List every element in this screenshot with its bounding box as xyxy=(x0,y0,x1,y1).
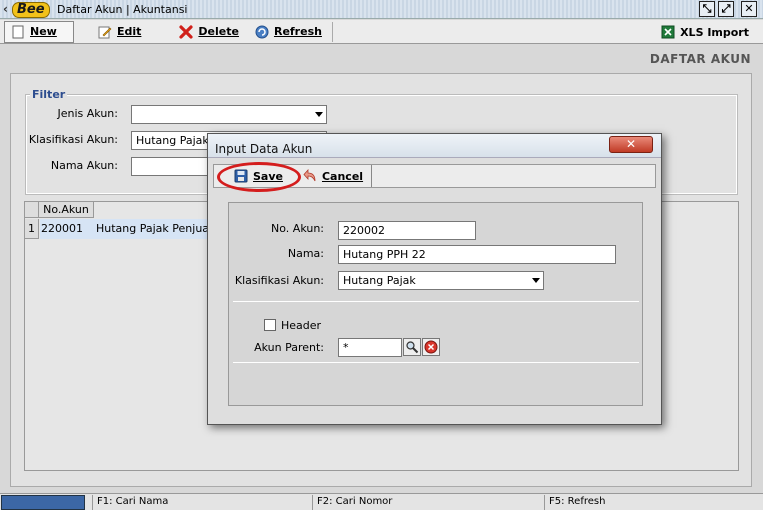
jenis-akun-select[interactable] xyxy=(131,105,327,124)
chevron-down-icon xyxy=(315,112,323,117)
cell-no-akun: 220001 xyxy=(41,222,83,235)
search-icon xyxy=(406,341,419,354)
delete-button-label: Delete xyxy=(198,25,239,38)
new-button[interactable]: New xyxy=(4,20,74,43)
klasifikasi-akun-dialog-label: Klasifikasi Akun: xyxy=(234,274,324,287)
dialog-title-bar: Input Data Akun ✕ xyxy=(208,134,661,158)
delete-button[interactable]: Delete xyxy=(173,21,245,43)
window-title: Daftar Akun | Akuntansi xyxy=(57,3,188,16)
status-indicator xyxy=(1,495,85,510)
new-button-label: New xyxy=(30,25,57,38)
nama-label: Nama: xyxy=(287,247,324,260)
excel-icon xyxy=(661,25,675,39)
back-arrow-icon[interactable]: ‹ xyxy=(3,3,11,16)
edit-button-label: Edit xyxy=(117,25,142,38)
filter-legend: Filter xyxy=(30,88,68,101)
maximize-icon[interactable]: ⤢ xyxy=(718,1,734,17)
table-corner xyxy=(25,202,39,218)
main-toolbar: New Edit Delete Refresh XLS Import xyxy=(0,20,763,44)
dialog-toolbar-separator xyxy=(371,165,373,187)
header-checkbox[interactable] xyxy=(264,319,276,331)
form-divider xyxy=(233,301,639,302)
status-f2: F2: Cari Nomor xyxy=(312,495,544,510)
no-akun-label: No. Akun: xyxy=(271,222,324,235)
jenis-akun-label: Jenis Akun: xyxy=(57,107,118,120)
klasifikasi-akun-dialog-value: Hutang Pajak xyxy=(343,274,416,287)
save-highlight-annotation xyxy=(217,162,301,192)
xls-import-label: XLS Import xyxy=(680,25,749,39)
status-bar: F1: Cari Nama F2: Cari Nomor F5: Refresh xyxy=(0,493,763,510)
undo-arrow-icon xyxy=(303,169,317,183)
close-window-icon[interactable]: ✕ xyxy=(741,1,757,17)
toolbar-separator xyxy=(331,21,333,42)
page-title: DAFTAR AKUN xyxy=(649,52,751,66)
input-data-akun-dialog: Input Data Akun ✕ Save Cancel No. Akun: … xyxy=(207,133,662,425)
table-row[interactable]: 220001 Hutang Pajak Penjualan xyxy=(40,219,220,239)
delete-x-icon xyxy=(179,24,194,39)
cancel-button-label: Cancel xyxy=(321,169,364,183)
dialog-close-button[interactable]: ✕ xyxy=(609,136,653,153)
dialog-title: Input Data Akun xyxy=(215,142,313,156)
edit-button[interactable]: Edit xyxy=(92,21,147,43)
restore-icon[interactable]: ⤡ xyxy=(699,1,715,17)
klasifikasi-akun-label: Klasifikasi Akun: xyxy=(28,133,118,146)
cancel-button[interactable]: Cancel xyxy=(297,165,369,187)
dialog-form: No. Akun: 220002 Nama: Hutang PPH 22 Kla… xyxy=(228,202,643,406)
window-title-bar: ‹ Bee Daftar Akun | Akuntansi ⤡ ⤢ ✕ xyxy=(0,0,763,19)
form-divider-bottom xyxy=(233,362,639,363)
klasifikasi-akun-dialog-select[interactable]: Hutang Pajak xyxy=(338,271,544,290)
logo-text: Bee xyxy=(12,1,50,18)
status-f5: F5: Refresh xyxy=(544,495,763,510)
chevron-down-icon xyxy=(532,278,540,283)
akun-parent-label: Akun Parent: xyxy=(254,341,324,354)
app-logo: ‹ Bee xyxy=(3,1,50,18)
edit-pencil-icon xyxy=(98,25,112,39)
no-akun-input[interactable]: 220002 xyxy=(338,221,476,240)
status-f1: F1: Cari Nama xyxy=(92,495,312,510)
xls-import-button[interactable]: XLS Import xyxy=(655,21,755,43)
nama-input[interactable]: Hutang PPH 22 xyxy=(338,245,616,264)
header-checkbox-label: Header xyxy=(281,319,322,332)
refresh-button[interactable]: Refresh xyxy=(249,21,328,43)
clear-parent-button[interactable] xyxy=(422,338,440,356)
table-row-number: 1 xyxy=(25,219,39,239)
klasifikasi-akun-value: Hutang Pajak xyxy=(136,134,209,147)
akun-parent-input[interactable]: * xyxy=(338,338,402,357)
search-parent-button[interactable] xyxy=(403,338,421,356)
clear-icon xyxy=(424,340,438,354)
refresh-button-label: Refresh xyxy=(273,25,322,38)
cell-nama-akun: Hutang Pajak Penjualan xyxy=(96,222,220,235)
nama-akun-label: Nama Akun: xyxy=(50,159,118,172)
column-header-no-akun[interactable]: No.Akun xyxy=(39,202,94,218)
new-document-icon xyxy=(11,25,25,39)
refresh-icon xyxy=(255,25,269,39)
